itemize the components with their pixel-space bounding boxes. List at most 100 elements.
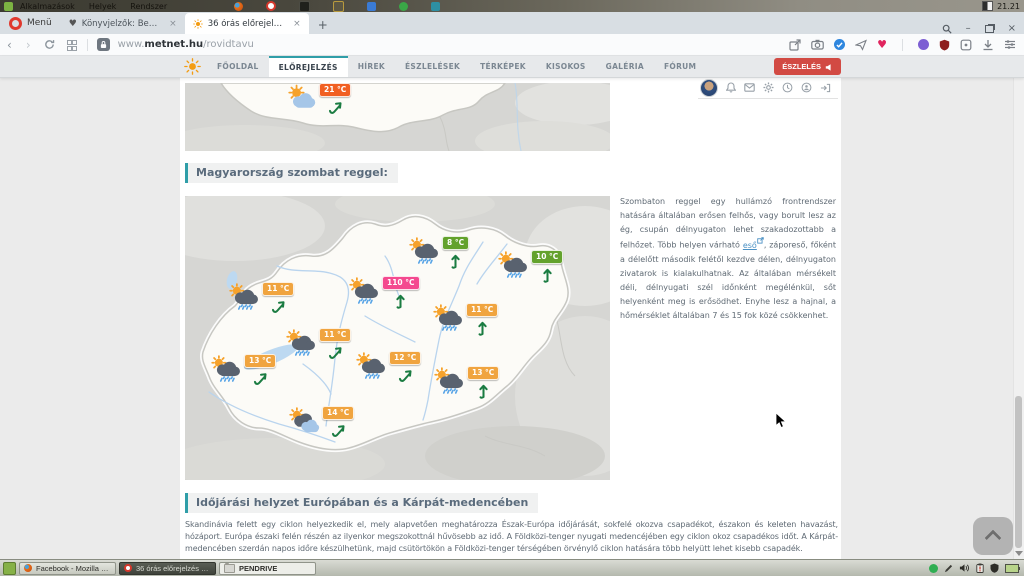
new-tab-button[interactable]: + [309,18,337,34]
logout-icon[interactable] [820,83,831,93]
tab-close-icon[interactable]: × [293,19,301,29]
tab-forecast[interactable]: 36 órás előrejelzés × [185,13,309,34]
weather-marker: 8 °C [408,236,469,269]
wind-arrow-icon [475,382,492,399]
scroll-to-top-button[interactable] [973,517,1013,555]
toolbar-divider [902,39,903,51]
observation-button[interactable]: ÉSZLELÉS [774,58,841,75]
panel-clock[interactable]: 21.21 [997,2,1020,11]
nav-item-eszlelesek[interactable]: ÉSZLELÉSEK [395,56,470,77]
section-title-europe: Időjárási helyzet Európában és a Kárpát-… [185,493,538,513]
weather-marker: 110 °C [348,276,420,309]
forecast-text: Szombaton reggel egy hullámzó frontrends… [620,195,836,323]
writer-launcher-icon[interactable] [367,2,376,11]
menu-applications[interactable]: Alkalmazások [13,2,82,11]
browser-menu-button[interactable]: Menü [0,12,61,34]
nav-item-galeria[interactable]: GALÉRIA [596,56,654,77]
weather-marker: 11 °C [432,303,498,336]
lock-icon[interactable] [97,38,110,51]
tab-close-icon[interactable]: × [169,19,177,29]
box-extension-icon[interactable] [960,39,972,51]
camera-icon[interactable] [811,39,824,50]
extension-icons: ♥ [789,39,1024,51]
system-tray [929,563,1021,573]
weather-marker: 10 °C [497,250,563,283]
taskbar-window-pendrive[interactable]: PENDRIVE [219,562,316,575]
temperature-badge: 10 °C [531,250,563,264]
menu-system[interactable]: Rendszer [123,2,174,11]
opera-launcher-icon[interactable] [266,1,276,11]
pencil-tray-icon[interactable] [944,564,953,573]
nav-item-kisokos[interactable]: KISOKOS [536,56,596,77]
firefox-icon [24,564,32,572]
clipboard-alert-icon[interactable] [976,563,984,573]
minimize-button[interactable]: – [966,23,971,34]
send-icon[interactable] [855,39,867,51]
editor-launcher-icon[interactable] [333,1,344,12]
search-icon[interactable] [942,24,952,34]
taskbar-window-label: Facebook - Mozilla Fire... [36,564,111,573]
user-circle-icon[interactable] [801,82,812,93]
taskbar: Facebook - Mozilla Fire... 36 órás előre… [0,559,1024,576]
weather-icon [408,236,440,266]
temperature-badge: 11 °C [466,303,498,317]
restore-button[interactable] [985,25,994,33]
keyboard-indicator-icon[interactable] [982,1,993,11]
weather-icon [497,250,529,280]
rain-link[interactable]: eső [743,241,764,250]
wind-arrow-icon [392,292,409,309]
temperature-badge: 21 °C [319,83,351,97]
url-bar[interactable]: www.metnet.hu/rovidtavu [118,39,254,50]
nav-item-terkepek[interactable]: TÉRKÉPEK [470,56,536,77]
reload-icon[interactable] [44,39,55,50]
share-icon[interactable] [789,39,801,51]
wind-arrow-icon [270,298,287,315]
avatar[interactable] [700,79,718,97]
taskbar-window-forecast[interactable]: 36 órás előrejelzés - O... [119,562,216,575]
clock-icon[interactable] [782,82,793,93]
bell-icon[interactable] [726,82,736,93]
weather-icon [288,406,320,436]
torrent-tray-icon[interactable] [929,564,938,573]
nav-item-forum[interactable]: FÓRUM [654,56,706,77]
gear-icon[interactable] [763,82,774,93]
volume-icon[interactable] [959,563,970,573]
mail-icon[interactable] [744,83,755,92]
terminal-launcher-icon[interactable] [299,1,310,12]
show-desktop-button[interactable] [3,562,16,575]
red-shield-icon[interactable] [939,39,950,51]
scrollbar-down-icon[interactable] [1015,551,1023,556]
menu-places[interactable]: Helyek [82,2,123,11]
close-button[interactable]: × [1008,23,1016,34]
pocket-heart-icon[interactable]: ♥ [877,39,887,50]
forward-button[interactable]: › [19,39,38,51]
site-navigation: FŐOLDAL ELŐREJELZÉS HÍREK ÉSZLELÉSEK TÉR… [0,56,1024,78]
download-icon[interactable] [982,39,994,51]
metnet-sun-logo-icon[interactable] [184,58,201,75]
filter-sliders-icon[interactable] [1004,39,1016,50]
taskbar-window-facebook[interactable]: Facebook - Mozilla Fire... [19,562,116,575]
tab-bookmarks[interactable]: ♥ Könyvjelzők: Besorolatl... × [61,13,185,34]
applications-menu-icon[interactable] [4,2,13,11]
nav-item-fooldal[interactable]: FŐOLDAL [207,56,269,77]
desktop-top-panel: Alkalmazások Helyek Rendszer 21.21 [0,0,1024,12]
shield-tray-icon[interactable] [990,563,999,573]
media-player-launcher-icon[interactable] [431,2,440,11]
page-content: 21 °C Magyarország szombat reggel: [180,77,841,559]
nav-item-hirek[interactable]: HÍREK [348,56,395,77]
sun-favicon-icon [193,19,203,29]
speed-dial-icon[interactable] [67,40,76,49]
shield-check-icon[interactable] [834,39,845,50]
wind-arrow-icon [539,266,556,283]
nav-item-elorejelzes[interactable]: ELŐREJELZÉS [269,56,348,77]
weather-marker: 21 °C [285,83,351,116]
url-path: /rovidtavu [203,39,254,50]
utorrent-launcher-icon[interactable] [399,2,408,11]
purple-extension-icon[interactable] [918,39,929,50]
back-button[interactable]: ‹ [0,39,19,51]
firefox-launcher-icon[interactable] [234,2,243,11]
wind-arrow-icon [327,99,344,116]
scrollbar-thumb[interactable] [1015,396,1022,548]
browser-tab-strip: Menü ♥ Könyvjelzők: Besorolatl... × 36 ó… [0,12,1024,34]
battery-icon[interactable] [1005,564,1019,573]
